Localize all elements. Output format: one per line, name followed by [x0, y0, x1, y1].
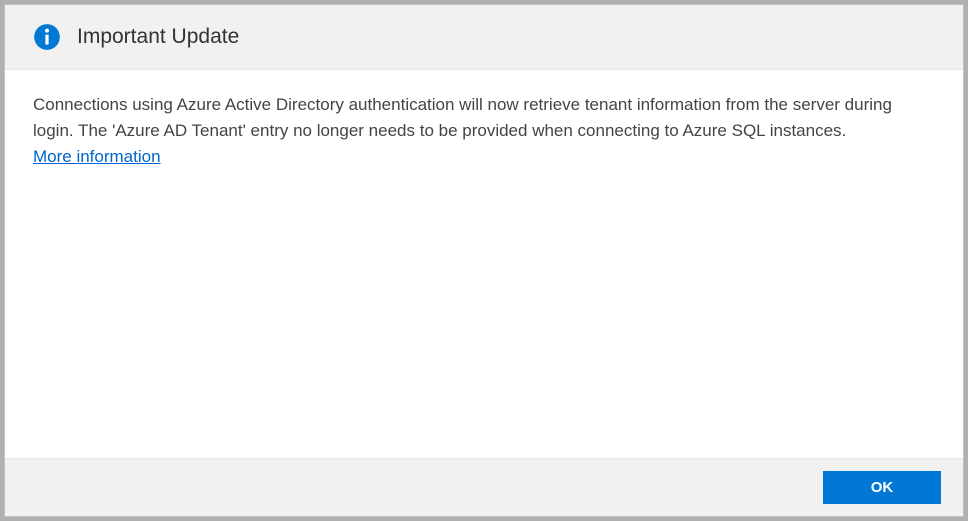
dialog-header: Important Update [5, 5, 963, 70]
more-information-link[interactable]: More information [33, 147, 161, 167]
dialog-footer: OK [5, 458, 963, 516]
ok-button[interactable]: OK [823, 471, 941, 504]
dialog-message: Connections using Azure Active Directory… [33, 92, 935, 145]
dialog-container: Important Update Connections using Azure… [4, 4, 964, 517]
dialog-title: Important Update [77, 25, 239, 49]
info-icon [33, 23, 61, 51]
dialog-body: Connections using Azure Active Directory… [5, 70, 963, 458]
